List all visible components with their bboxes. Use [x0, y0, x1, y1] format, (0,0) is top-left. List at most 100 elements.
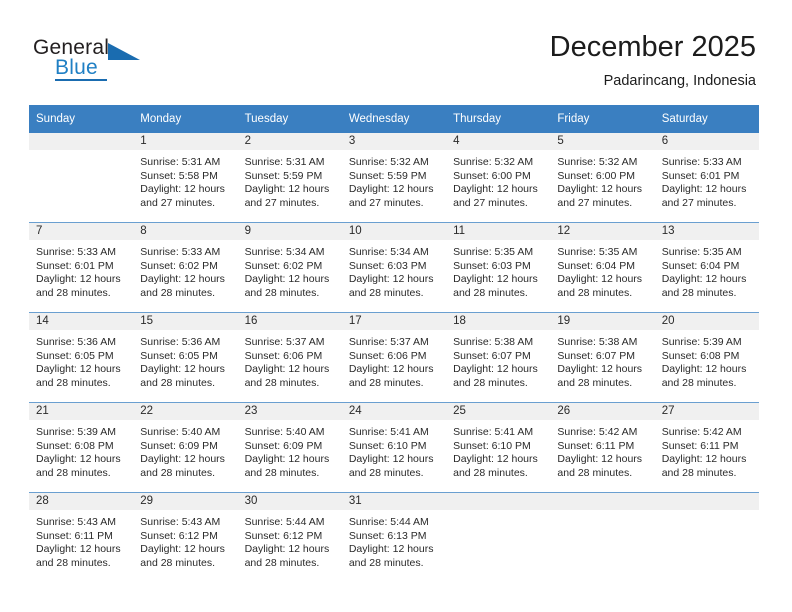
sunset-time: Sunset: 6:13 PM	[348, 529, 427, 542]
day-cell[interactable]: 4 Sunrise: 5:32 AM Sunset: 6:00 PM Daylight…	[446, 133, 551, 223]
day-details: Sunrise: 5:33 AM Sunset: 6:02 PM Daylight:…	[133, 240, 237, 300]
day-cell[interactable]: 20 Sunrise: 5:39 AM Sunset: 6:08 PM Dayligh…	[654, 312, 759, 403]
day-cell[interactable]: 8 Sunrise: 5:33 AM Sunset: 6:02 PM Daylight…	[133, 222, 238, 313]
sunrise-time: Sunrise: 5:42 AM	[557, 426, 638, 438]
day-cell[interactable]: 22 Sunrise: 5:40 AM Sunset: 6:09 PM Dayligh…	[133, 402, 238, 493]
daylight-duration-line-1: Daylight: 12 hours	[557, 363, 643, 376]
day-cell[interactable]: 31 Sunrise: 5:44 AM Sunset: 6:13 PM Dayligh…	[341, 492, 447, 582]
daylight-duration-line-1: Daylight: 12 hours	[348, 543, 434, 556]
day-details: Sunrise: 5:39 AM Sunset: 6:08 PM Daylight:…	[655, 330, 759, 390]
sunset-time: Sunset: 6:12 PM	[244, 529, 323, 542]
day-details: Sunrise: 5:35 AM Sunset: 6:04 PM Daylight:…	[550, 240, 654, 300]
day-number: 23	[237, 403, 342, 420]
day-number: 13	[654, 223, 759, 240]
daylight-duration-line-2: and 28 minutes.	[36, 466, 111, 479]
day-number: 10	[341, 223, 447, 240]
day-details: Sunrise: 5:39 AM Sunset: 6:08 PM Daylight:…	[29, 420, 133, 480]
daylight-duration-line-1: Daylight: 12 hours	[140, 363, 225, 376]
calendar-week-row: 1 Sunrise: 5:31 AM Sunset: 5:58 PM Daylight…	[29, 133, 759, 223]
general-blue-logo[interactable]: General Blue	[33, 36, 173, 86]
sunrise-time: Sunrise: 5:38 AM	[557, 336, 638, 348]
sunrise-time: Sunrise: 5:32 AM	[557, 156, 638, 168]
sunrise-time: Sunrise: 5:31 AM	[244, 156, 325, 168]
daylight-duration-line-1: Daylight: 12 hours	[140, 453, 225, 466]
daylight-duration-line-2: and 28 minutes.	[661, 376, 737, 389]
day-number: 7	[29, 223, 134, 240]
day-cell[interactable]: 11 Sunrise: 5:35 AM Sunset: 6:03 PM Dayligh…	[446, 222, 551, 313]
day-cell[interactable]: 30 Sunrise: 5:44 AM Sunset: 6:12 PM Dayligh…	[237, 492, 342, 582]
day-cell[interactable]: 24 Sunrise: 5:41 AM Sunset: 6:10 PM Dayligh…	[341, 402, 447, 493]
calendar-week-row: 14 Sunrise: 5:36 AM Sunset: 6:05 PM Dayligh…	[29, 312, 759, 403]
day-cell[interactable]: 12 Sunrise: 5:35 AM Sunset: 6:04 PM Dayligh…	[550, 222, 655, 313]
sunrise-time: Sunrise: 5:37 AM	[244, 336, 325, 348]
day-number: 5	[550, 133, 655, 150]
weekday-header-monday: Monday	[133, 105, 238, 133]
page-title: December 2025	[549, 31, 756, 63]
daylight-duration-line-2: and 28 minutes.	[140, 376, 215, 389]
day-details: Sunrise: 5:38 AM Sunset: 6:07 PM Daylight:…	[446, 330, 550, 390]
sunset-time: Sunset: 6:11 PM	[36, 529, 113, 542]
day-number: 24	[341, 403, 447, 420]
day-cell[interactable]: 15 Sunrise: 5:36 AM Sunset: 6:05 PM Dayligh…	[133, 312, 238, 403]
daylight-duration-line-1: Daylight: 12 hours	[140, 183, 225, 196]
daylight-duration-line-2: and 28 minutes.	[140, 556, 215, 569]
day-cell[interactable]: 9 Sunrise: 5:34 AM Sunset: 6:02 PM Daylight…	[237, 222, 342, 313]
daylight-duration-line-1: Daylight: 12 hours	[661, 273, 747, 286]
sunrise-time: Sunrise: 5:33 AM	[36, 246, 116, 258]
day-cell[interactable]: 18 Sunrise: 5:38 AM Sunset: 6:07 PM Dayligh…	[446, 312, 551, 403]
sunset-time: Sunset: 6:02 PM	[244, 259, 323, 272]
day-cell[interactable]: 6 Sunrise: 5:33 AM Sunset: 6:01 PM Daylight…	[654, 133, 759, 223]
sunset-time: Sunset: 6:02 PM	[140, 259, 218, 272]
sunrise-time: Sunrise: 5:37 AM	[348, 336, 429, 348]
day-cell[interactable]: 13 Sunrise: 5:35 AM Sunset: 6:04 PM Dayligh…	[654, 222, 759, 313]
day-cell[interactable]: 10 Sunrise: 5:34 AM Sunset: 6:03 PM Dayligh…	[341, 222, 447, 313]
daylight-duration-line-1: Daylight: 12 hours	[244, 363, 330, 376]
day-cell[interactable]: 25 Sunrise: 5:41 AM Sunset: 6:10 PM Dayligh…	[446, 402, 551, 493]
day-cell[interactable]: 26 Sunrise: 5:42 AM Sunset: 6:11 PM Dayligh…	[550, 402, 655, 493]
day-cell[interactable]: 29 Sunrise: 5:43 AM Sunset: 6:12 PM Dayligh…	[133, 492, 238, 582]
day-details: Sunrise: 5:34 AM Sunset: 6:02 PM Daylight:…	[238, 240, 342, 300]
daylight-duration-line-2: and 28 minutes.	[140, 286, 215, 299]
daylight-duration-line-2: and 28 minutes.	[348, 286, 424, 299]
sunset-time: Sunset: 6:12 PM	[140, 529, 218, 542]
sunrise-time: Sunrise: 5:39 AM	[661, 336, 742, 348]
day-cell[interactable]: 5 Sunrise: 5:32 AM Sunset: 6:00 PM Daylight…	[550, 133, 655, 223]
day-details: Sunrise: 5:32 AM Sunset: 6:00 PM Daylight:…	[446, 150, 550, 210]
day-cell[interactable]: 23 Sunrise: 5:40 AM Sunset: 6:09 PM Dayligh…	[237, 402, 342, 493]
triangle-icon	[108, 43, 140, 60]
day-details: Sunrise: 5:34 AM Sunset: 6:03 PM Daylight:…	[342, 240, 446, 300]
day-details: Sunrise: 5:40 AM Sunset: 6:09 PM Daylight:…	[133, 420, 237, 480]
day-cell[interactable]: 2 Sunrise: 5:31 AM Sunset: 5:59 PM Daylight…	[237, 133, 342, 223]
day-cell[interactable]: 1 Sunrise: 5:31 AM Sunset: 5:58 PM Daylight…	[133, 133, 238, 223]
daylight-duration-line-1: Daylight: 12 hours	[348, 273, 434, 286]
day-cell[interactable]: 16 Sunrise: 5:37 AM Sunset: 6:06 PM Dayligh…	[237, 312, 342, 403]
day-cell[interactable]: 27 Sunrise: 5:42 AM Sunset: 6:11 PM Dayligh…	[654, 402, 759, 493]
sunset-time: Sunset: 6:10 PM	[453, 439, 531, 452]
day-number: 29	[133, 493, 238, 510]
daylight-duration-line-2: and 28 minutes.	[661, 466, 737, 479]
day-cell[interactable]: 17 Sunrise: 5:37 AM Sunset: 6:06 PM Dayligh…	[341, 312, 447, 403]
sunset-time: Sunset: 5:59 PM	[348, 169, 427, 182]
day-cell[interactable]: 14 Sunrise: 5:36 AM Sunset: 6:05 PM Dayligh…	[29, 312, 134, 403]
day-cell[interactable]: 21 Sunrise: 5:39 AM Sunset: 6:08 PM Dayligh…	[29, 402, 134, 493]
daylight-duration-line-2: and 27 minutes.	[453, 196, 528, 209]
day-cell[interactable]: 19 Sunrise: 5:38 AM Sunset: 6:07 PM Dayligh…	[550, 312, 655, 403]
day-number: 20	[654, 313, 759, 330]
calendar-body: 1 Sunrise: 5:31 AM Sunset: 5:58 PM Daylight…	[29, 133, 759, 582]
day-cell[interactable]: 3 Sunrise: 5:32 AM Sunset: 5:59 PM Daylight…	[341, 133, 447, 223]
daylight-duration-line-2: and 28 minutes.	[36, 556, 111, 569]
day-details: Sunrise: 5:35 AM Sunset: 6:04 PM Daylight:…	[655, 240, 759, 300]
sunset-time: Sunset: 6:07 PM	[557, 349, 636, 362]
day-cell[interactable]: 7 Sunrise: 5:33 AM Sunset: 6:01 PM Daylight…	[29, 222, 134, 313]
sunset-time: Sunset: 6:11 PM	[661, 439, 739, 452]
sunrise-time: Sunrise: 5:40 AM	[244, 426, 325, 438]
daylight-duration-line-2: and 28 minutes.	[348, 466, 424, 479]
daylight-duration-line-2: and 27 minutes.	[557, 196, 633, 209]
sunset-time: Sunset: 6:08 PM	[661, 349, 740, 362]
day-cell-empty	[446, 492, 551, 582]
day-cell[interactable]: 28 Sunrise: 5:43 AM Sunset: 6:11 PM Dayligh…	[29, 492, 134, 582]
day-details	[29, 150, 133, 210]
daylight-duration-line-1: Daylight: 12 hours	[661, 363, 747, 376]
sunset-time: Sunset: 6:00 PM	[557, 169, 636, 182]
daylight-duration-line-2: and 27 minutes.	[348, 196, 424, 209]
